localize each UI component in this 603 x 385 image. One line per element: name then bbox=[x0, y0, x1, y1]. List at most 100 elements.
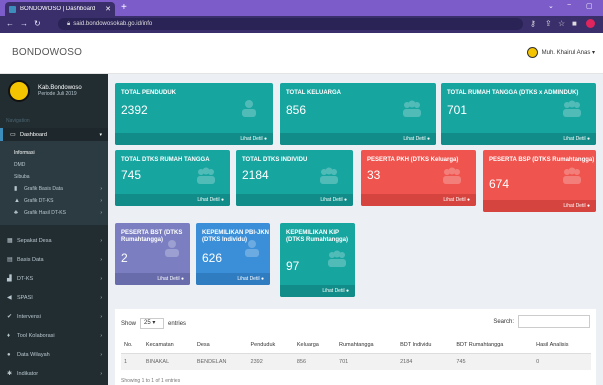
sidebar-item-basis-data[interactable]: ▤ Basis Data › bbox=[0, 253, 108, 266]
sidebar-user-panel: Kab.Bondowoso Periode Juli 2019 bbox=[8, 80, 82, 102]
user-menu[interactable]: Muh. Khairul Anas ▾ bbox=[526, 47, 595, 58]
column-header-keluarga[interactable]: Keluarga bbox=[293, 337, 337, 354]
column-header-kecamatan[interactable]: Kecamatan bbox=[142, 337, 194, 354]
sidebar-subitem-label: Grafik DT-KS bbox=[24, 197, 54, 204]
column-header-rumahtangga[interactable]: Rumahtangga bbox=[336, 337, 398, 354]
app-header: BONDOWOSO Muh. Khairul Anas ▾ bbox=[0, 33, 603, 74]
stat-detail-link[interactable]: Lihat Detil ● bbox=[280, 285, 355, 297]
sidebar-subitem-dmd[interactable]: DMD bbox=[0, 159, 108, 170]
sidebar-submenu: Informasi DMD Sibuba ▮ Grafik Basis Data… bbox=[0, 141, 108, 225]
column-header-penduduk[interactable]: Penduduk bbox=[247, 337, 294, 354]
reload-icon[interactable]: ↻ bbox=[34, 19, 41, 28]
column-header-desa[interactable]: Desa bbox=[193, 337, 248, 354]
new-tab-button[interactable]: + bbox=[121, 2, 127, 13]
window-maximize-button[interactable]: ▢ bbox=[586, 2, 593, 10]
stat-value: 2 bbox=[121, 251, 128, 265]
profile-icon[interactable] bbox=[586, 19, 595, 28]
star-icon[interactable]: ☆ bbox=[558, 19, 565, 28]
url-field[interactable]: 🔒︎ said.bondowosokab.go.id/info bbox=[58, 18, 523, 30]
sidebar-item-indikator[interactable]: ✱ Indikator › bbox=[0, 367, 108, 380]
page-size-select[interactable]: 25 ▾ bbox=[140, 318, 165, 329]
stat-box-total-penduduk: TOTAL PENDUDUK 2392 Lihat Detil ● bbox=[115, 83, 273, 145]
table-cell: 2392 bbox=[247, 353, 294, 370]
stat-value: 745 bbox=[121, 168, 142, 182]
entries-label: entries bbox=[168, 320, 187, 327]
users-icon bbox=[563, 167, 581, 184]
data-table: No. Kecamatan Desa Penduduk Keluarga Rum… bbox=[121, 337, 591, 370]
stat-value: 33 bbox=[367, 168, 381, 182]
sidebar-subitem-grafik-dtks[interactable]: ▲ Grafik DT-KS › bbox=[0, 195, 108, 206]
column-header-hasil-analisis[interactable]: Hasil Analisis bbox=[533, 337, 591, 354]
sidebar-item-label: Intervensi bbox=[17, 313, 41, 320]
address-bar-row: ← → ↻ 🔒︎ said.bondowosokab.go.id/info ⚷ ⇪… bbox=[0, 16, 603, 33]
forward-arrow-icon[interactable]: → bbox=[20, 19, 28, 28]
stat-detail-link[interactable]: Lihat Detil ● bbox=[361, 194, 476, 206]
show-entries: Show 25 ▾ entries bbox=[121, 318, 186, 329]
sidebar-section-label: Navigation bbox=[6, 118, 30, 124]
browser-tab[interactable]: BONDOWOSO | Dashboard ✕ bbox=[5, 2, 115, 16]
sidebar-subitem-grafik-basis-data[interactable]: ▮ Grafik Basis Data › bbox=[0, 183, 108, 194]
back-arrow-icon[interactable]: ← bbox=[6, 19, 14, 28]
chevron-right-icon: › bbox=[100, 313, 102, 320]
table-cell: 0 bbox=[533, 353, 591, 370]
sidebar-subitem-grafik-hasil-dtks[interactable]: ♣ Grafik Hasil DT-KS › bbox=[0, 207, 108, 218]
sidebar-item-label: SPASI bbox=[17, 294, 33, 301]
stat-box-peserta-bsp: PESERTA BSP (DTKS Rumahtangga) 674 Lihat… bbox=[483, 150, 596, 212]
stat-value: 856 bbox=[286, 103, 307, 117]
sidebar-item-intervensi[interactable]: ✔ Intervensi › bbox=[0, 310, 108, 323]
stat-detail-link[interactable]: Lihat Detil ● bbox=[196, 273, 270, 285]
sidebar-item-spasi[interactable]: ◀ SPASI › bbox=[0, 291, 108, 304]
search-label: Search: bbox=[493, 318, 514, 325]
sidebar-subitem-label: Grafik Basis Data bbox=[24, 185, 63, 192]
window-minimize-button[interactable]: − bbox=[567, 2, 571, 9]
stat-detail-link[interactable]: Lihat Detil ● bbox=[115, 133, 273, 145]
stat-detail-link[interactable]: Lihat Detil ● bbox=[483, 200, 596, 212]
window-collapse-icon[interactable]: ⌄ bbox=[548, 2, 554, 10]
sidebar-item-label: Dashboard bbox=[20, 131, 47, 138]
sidebar-item-label: DT-KS bbox=[17, 275, 34, 282]
sidebar-item-tool-kolaborasi[interactable]: ♦ Tool Kolaborasi › bbox=[0, 329, 108, 342]
brand-logo[interactable]: BONDOWOSO bbox=[12, 47, 82, 58]
favicon-icon bbox=[9, 5, 16, 13]
pin-icon: ♦ bbox=[7, 332, 11, 339]
user-icon bbox=[242, 100, 256, 117]
sidebar-subitem-sibuba[interactable]: Sibuba bbox=[0, 171, 108, 182]
table-header-row: No. Kecamatan Desa Penduduk Keluarga Rum… bbox=[121, 337, 591, 354]
stat-box-dtks-rumah-tangga: TOTAL DTKS RUMAH TANGGA 745 Lihat Detil … bbox=[115, 150, 230, 206]
sidebar-subitem-informasi[interactable]: Informasi bbox=[0, 147, 108, 158]
key-icon[interactable]: ⚷ bbox=[530, 19, 536, 28]
user-icon bbox=[165, 240, 179, 257]
column-header-bdt-rumahtangga[interactable]: BDT Rumahtangga bbox=[453, 337, 534, 354]
users-icon bbox=[403, 100, 421, 117]
sidebar: Kab.Bondowoso Periode Juli 2019 Navigati… bbox=[0, 74, 108, 385]
tab-close-icon[interactable]: ✕ bbox=[105, 5, 111, 13]
stat-detail-link[interactable]: Lihat Detil ● bbox=[441, 133, 596, 145]
stat-title: TOTAL DTKS RUMAH TANGGA bbox=[121, 157, 210, 163]
user-icon bbox=[245, 240, 259, 257]
column-header-no[interactable]: No. bbox=[121, 337, 143, 354]
column-header-bdt-individu[interactable]: BDT Individu bbox=[397, 337, 454, 354]
stat-detail-link[interactable]: Lihat Detil ● bbox=[115, 194, 230, 206]
sidebar-item-dtks[interactable]: ▟ DT-KS › bbox=[0, 272, 108, 285]
stat-value: 626 bbox=[202, 251, 223, 265]
chevron-down-icon: ▾ bbox=[99, 131, 102, 138]
data-table-panel: Show 25 ▾ entries Search: No. Kecamatan … bbox=[115, 309, 596, 385]
stat-title: TOTAL RUMAH TANGGA (DTKS x ADMINDUK) bbox=[447, 90, 579, 96]
stat-detail-link[interactable]: Lihat Detil ● bbox=[280, 133, 436, 145]
sidebar-item-sepakat-desa[interactable]: ▦ Sepakat Desa › bbox=[0, 234, 108, 247]
user-avatar bbox=[526, 47, 538, 58]
sidebar-item-data-wilayah[interactable]: ● Data Wilayah › bbox=[0, 348, 108, 361]
database-icon: ▤ bbox=[7, 257, 13, 263]
tab-title: BONDOWOSO | Dashboard bbox=[20, 6, 96, 12]
stat-detail-link[interactable]: Lihat Detil ● bbox=[236, 194, 353, 206]
bar-chart-icon: ▟ bbox=[7, 276, 12, 282]
table-row: 1 BINAKAL BENDELAN 2392 856 701 2184 745… bbox=[121, 353, 591, 370]
sidebar-item-label: Basis Data bbox=[17, 256, 44, 263]
share-icon[interactable]: ⇪ bbox=[545, 19, 552, 28]
table-info: Showing 1 to 1 of 1 entries bbox=[121, 378, 181, 384]
stat-detail-link[interactable]: Lihat Detil ● bbox=[115, 273, 190, 285]
extension-icon[interactable]: ■ bbox=[572, 19, 577, 28]
sidebar-item-label: Indikator bbox=[17, 370, 39, 377]
search-input[interactable] bbox=[518, 315, 590, 328]
sidebar-item-dashboard[interactable]: ▭ Dashboard ▾ bbox=[0, 128, 108, 141]
